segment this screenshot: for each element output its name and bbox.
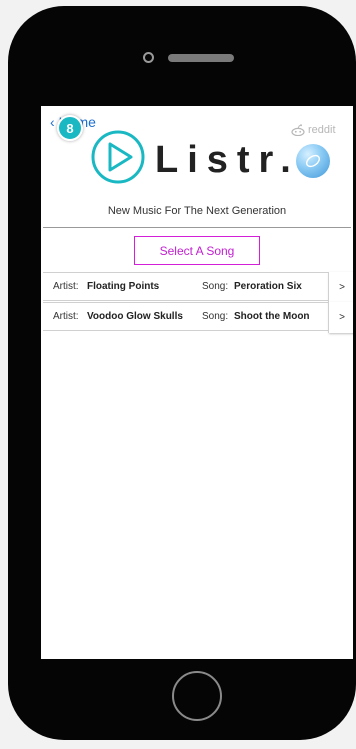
song-prefix: Song: xyxy=(202,311,229,322)
header-divider xyxy=(43,227,351,228)
select-song-button[interactable]: Select A Song xyxy=(134,236,260,265)
song-row[interactable]: Artist: Floating Points Song: Peroration… xyxy=(43,272,353,303)
song-row[interactable]: Artist: Voodoo Glow Skulls Song: Shoot t… xyxy=(43,302,353,333)
song-title: Peroration Six xyxy=(234,281,302,292)
app-icon[interactable] xyxy=(296,144,330,178)
reddit-alien-icon xyxy=(291,124,305,136)
phone-frame: ‹ Home 8 reddit Listr. New Music For The… xyxy=(8,6,356,740)
reddit-link[interactable]: reddit xyxy=(290,124,336,136)
artist-name: Floating Points xyxy=(87,281,160,292)
leaf-icon xyxy=(306,154,320,168)
home-button[interactable] xyxy=(172,671,222,721)
artist-prefix: Artist: xyxy=(53,281,79,292)
song-title: Shoot the Moon xyxy=(234,311,310,322)
app-screen: ‹ Home 8 reddit Listr. New Music For The… xyxy=(41,106,353,659)
speaker-grille xyxy=(168,54,234,62)
artist-prefix: Artist: xyxy=(53,311,79,322)
open-song-button[interactable]: > xyxy=(328,302,353,333)
song-prefix: Song: xyxy=(202,281,229,292)
app-wordmark: Listr. xyxy=(155,139,300,181)
reddit-label: reddit xyxy=(308,124,336,136)
notification-badge[interactable]: 8 xyxy=(57,115,83,141)
camera-icon xyxy=(143,52,154,63)
tagline: New Music For The Next Generation xyxy=(107,205,287,217)
open-song-button[interactable]: > xyxy=(328,272,353,303)
artist-name: Voodoo Glow Skulls xyxy=(87,311,183,322)
badge-count: 8 xyxy=(66,120,74,136)
play-icon xyxy=(91,130,145,184)
